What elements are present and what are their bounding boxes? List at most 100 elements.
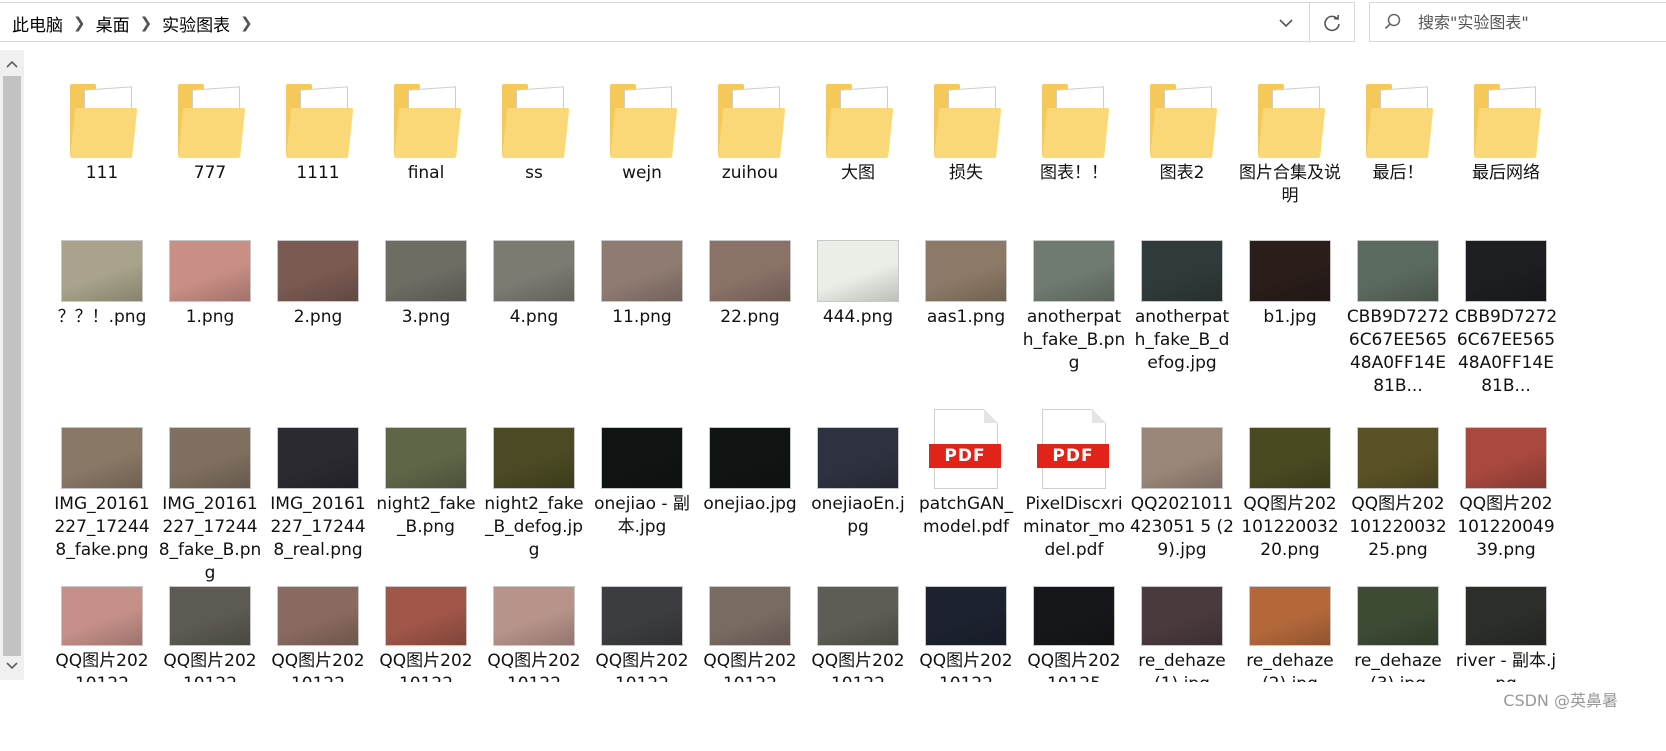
file-item[interactable]: re_dehaze (2).jpg bbox=[1236, 580, 1344, 682]
file-item[interactable]: onejiao - 副本.jpg bbox=[588, 393, 696, 539]
file-item[interactable]: 3.png bbox=[372, 206, 480, 329]
folder-item[interactable]: 最后！ bbox=[1344, 68, 1452, 185]
file-item[interactable]: QQ图片20210122 bbox=[588, 580, 696, 682]
image-thumbnail bbox=[169, 240, 251, 302]
chevron-right-icon[interactable]: ❯ bbox=[236, 14, 263, 32]
file-name-label: QQ图片20210122 bbox=[271, 651, 365, 682]
folder-item[interactable]: 777 bbox=[156, 68, 264, 185]
folder-icon bbox=[934, 84, 1002, 158]
file-item[interactable]: anotherpath_fake_B.png bbox=[1020, 206, 1128, 375]
breadcrumb-desktop[interactable]: 桌面 bbox=[96, 11, 136, 36]
image-thumbnail bbox=[817, 427, 899, 489]
file-name-label: 图片合集及说明 bbox=[1239, 163, 1341, 206]
folder-item[interactable]: 图表！！ bbox=[1020, 68, 1128, 185]
search-input[interactable] bbox=[1416, 11, 1620, 33]
file-item[interactable]: 22.png bbox=[696, 206, 804, 329]
file-item[interactable]: PDF patchGAN_model.pdf bbox=[912, 393, 1020, 539]
file-item[interactable]: re_dehaze (3).jpg bbox=[1344, 580, 1452, 682]
file-item[interactable]: QQ图片20210122 bbox=[372, 580, 480, 682]
file-item[interactable]: QQ图片20210122003220.png bbox=[1236, 393, 1344, 562]
folder-icon bbox=[70, 84, 138, 158]
thumbnail-area bbox=[1452, 393, 1560, 489]
file-item[interactable]: night2_fake_B.png bbox=[372, 393, 480, 539]
folder-item[interactable]: zuihou bbox=[696, 68, 804, 185]
address-bar[interactable]: 此电脑 ❯ 桌面 ❯ 实验图表 ❯ bbox=[0, 2, 1355, 43]
file-name-label: 777 bbox=[193, 163, 227, 183]
file-item[interactable]: 11.png bbox=[588, 206, 696, 329]
file-name-label: QQ图片20210122 bbox=[487, 651, 581, 682]
file-item[interactable]: onejiao.jpg bbox=[696, 393, 804, 516]
file-item[interactable]: QQ图片20210122 bbox=[480, 580, 588, 682]
file-name-label: re_dehaze (1).jpg bbox=[1138, 651, 1226, 682]
vertical-scrollbar[interactable] bbox=[0, 50, 24, 680]
folder-item[interactable]: wejn bbox=[588, 68, 696, 185]
file-name-label: 22.png bbox=[720, 307, 780, 327]
file-item[interactable]: aas1.png bbox=[912, 206, 1020, 329]
chevron-right-icon[interactable]: ❯ bbox=[136, 14, 163, 32]
image-thumbnail bbox=[1033, 240, 1115, 302]
file-item[interactable]: IMG_20161227_172448_real.png bbox=[264, 393, 372, 562]
file-item[interactable]: QQ图片20210122 bbox=[912, 580, 1020, 682]
thumbnail-area bbox=[696, 393, 804, 489]
scrollbar-thumb[interactable] bbox=[3, 76, 21, 656]
file-name-label: QQ图片20210122004939.png bbox=[1457, 494, 1555, 560]
file-item[interactable]: CBB9D72726C67EE56548A0FF14E81B... bbox=[1344, 206, 1452, 398]
thumbnail-area bbox=[588, 393, 696, 489]
folder-item[interactable]: 最后网络 bbox=[1452, 68, 1560, 185]
image-thumbnail bbox=[817, 240, 899, 302]
folder-item[interactable]: 111 bbox=[48, 68, 156, 185]
file-item[interactable]: re_dehaze (1).jpg bbox=[1128, 580, 1236, 682]
thumbnail-area bbox=[48, 206, 156, 302]
file-item[interactable]: PDF PixelDiscxriminator_model.pdf bbox=[1020, 393, 1128, 562]
pdf-file-icon: PDF bbox=[929, 409, 1001, 489]
folder-item[interactable]: ss bbox=[480, 68, 588, 185]
file-item[interactable]: night2_fake_B_defog.jpg bbox=[480, 393, 588, 562]
scroll-down-button[interactable] bbox=[0, 654, 24, 678]
thumbnail-area bbox=[1344, 68, 1452, 158]
file-item[interactable]: QQ图片20210122004939.png bbox=[1452, 393, 1560, 562]
file-item[interactable]: CBB9D72726C67EE56548A0FF14E81B... bbox=[1452, 206, 1560, 398]
file-item[interactable]: 2.png bbox=[264, 206, 372, 329]
file-item[interactable]: 444.png bbox=[804, 206, 912, 329]
file-item[interactable]: anotherpath_fake_B_defog.jpg bbox=[1128, 206, 1236, 375]
image-thumbnail bbox=[1033, 586, 1115, 646]
image-thumbnail bbox=[493, 240, 575, 302]
file-item[interactable]: QQ图片20210122003225.png bbox=[1344, 393, 1452, 562]
image-thumbnail bbox=[709, 240, 791, 302]
folder-item[interactable]: 大图 bbox=[804, 68, 912, 185]
folder-item[interactable]: 损失 bbox=[912, 68, 1020, 185]
folder-icon bbox=[502, 84, 570, 158]
refresh-button[interactable] bbox=[1309, 3, 1354, 43]
file-item[interactable]: onejiaoEn.jpg bbox=[804, 393, 912, 539]
file-name-label: aas1.png bbox=[926, 307, 1006, 327]
chevron-down-icon bbox=[6, 662, 18, 670]
breadcrumb-current-folder[interactable]: 实验图表 bbox=[162, 11, 236, 36]
file-item[interactable]: QQ2021011423051 5 (29).jpg bbox=[1128, 393, 1236, 562]
image-thumbnail bbox=[1357, 240, 1439, 302]
file-item[interactable]: QQ图片20210122 bbox=[48, 580, 156, 682]
file-item[interactable]: 1.png bbox=[156, 206, 264, 329]
file-item[interactable]: river - 副本.jpg bbox=[1452, 580, 1560, 682]
file-item[interactable]: IMG_20161227_172448_fake_B.png bbox=[156, 393, 264, 585]
search-icon bbox=[1370, 13, 1416, 31]
file-item[interactable]: QQ图片20210122 bbox=[264, 580, 372, 682]
breadcrumb-this-pc[interactable]: 此电脑 bbox=[12, 11, 69, 36]
folder-item[interactable]: 图片合集及说明 bbox=[1236, 68, 1344, 208]
file-item[interactable]: QQ图片20210122 bbox=[804, 580, 912, 682]
file-item[interactable]: b1.jpg bbox=[1236, 206, 1344, 329]
folder-item[interactable]: 图表2 bbox=[1128, 68, 1236, 185]
file-item[interactable]: QQ图片20210125 bbox=[1020, 580, 1128, 682]
scroll-up-button[interactable] bbox=[0, 52, 24, 76]
file-item[interactable]: ？？！.png bbox=[48, 206, 156, 329]
search-box[interactable] bbox=[1369, 2, 1666, 42]
file-item[interactable]: 4.png bbox=[480, 206, 588, 329]
address-history-dropdown[interactable] bbox=[1266, 3, 1306, 43]
folder-item[interactable]: 1111 bbox=[264, 68, 372, 185]
chevron-right-icon[interactable]: ❯ bbox=[69, 14, 96, 32]
file-item[interactable]: QQ图片20210122 bbox=[156, 580, 264, 682]
folder-item[interactable]: final bbox=[372, 68, 480, 185]
thumbnail-area bbox=[372, 580, 480, 646]
file-name-label: 444.png bbox=[822, 307, 894, 327]
file-item[interactable]: IMG_20161227_172448_fake.png bbox=[48, 393, 156, 562]
file-item[interactable]: QQ图片20210122 bbox=[696, 580, 804, 682]
